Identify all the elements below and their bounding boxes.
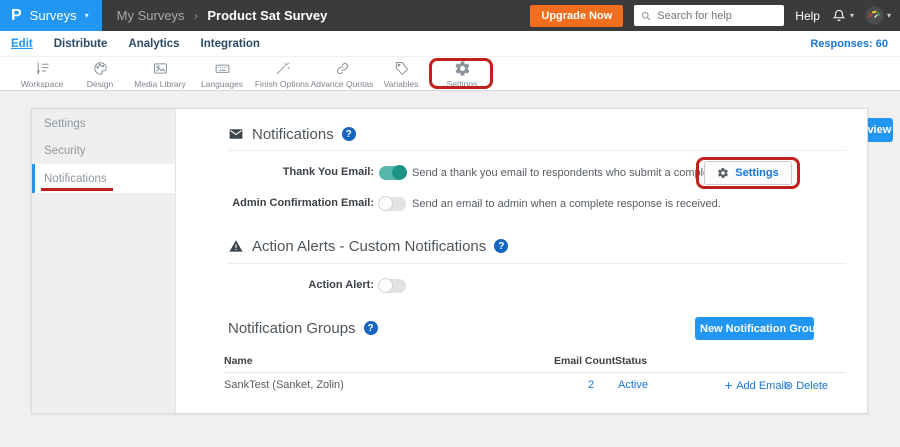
avatar: [865, 6, 884, 25]
admin-confirmation-email-description: Send an email to admin when a complete r…: [412, 198, 721, 210]
chevron-down-icon: ▾: [85, 11, 89, 20]
help-icon[interactable]: ?: [342, 127, 356, 141]
toggle-knob: [378, 278, 393, 293]
toggle-knob: [392, 165, 407, 180]
toolbar-item-media-library[interactable]: Media Library: [126, 60, 194, 89]
new-notification-group-button[interactable]: + New Notification Group: [695, 317, 814, 340]
search-icon: [640, 10, 652, 22]
toolbar-item-languages[interactable]: Languages: [188, 60, 256, 89]
workspace-icon: [34, 60, 51, 77]
help-icon[interactable]: ?: [494, 239, 508, 253]
toolbar-label: Finish Options: [255, 79, 309, 89]
toolbar-label: Advance Quotas: [311, 79, 374, 89]
email-count-link[interactable]: 2: [588, 379, 594, 391]
languages-keyboard-icon: [214, 60, 231, 77]
questionpro-logo: P: [11, 7, 22, 25]
breadcrumb-my-surveys[interactable]: My Surveys: [117, 8, 185, 23]
status-link[interactable]: Active: [618, 379, 648, 391]
help-search-box[interactable]: [634, 5, 784, 26]
annotation-notifications-underline: [41, 188, 113, 191]
bell-icon: [831, 8, 847, 24]
design-palette-icon: [92, 60, 109, 77]
action-alerts-section-title: Action Alerts - Custom Notifications: [252, 238, 486, 255]
thank-you-settings-label: Settings: [735, 167, 778, 179]
breadcrumb: My Surveys › Product Sat Survey: [117, 8, 328, 23]
toolbar-label: Languages: [201, 79, 243, 89]
delete-circle-icon: ⊗: [784, 379, 793, 392]
plus-icon: +: [687, 322, 696, 335]
toolbar-item-variables[interactable]: Variables: [367, 60, 435, 89]
notifications-section-title: Notifications: [252, 126, 334, 143]
add-email-link[interactable]: + Add Email: [724, 379, 786, 392]
new-notification-group-label: New Notification Group: [700, 323, 822, 335]
edit-toolbar: Workspace Design Media Library Languages…: [0, 56, 900, 91]
notification-groups-section-title: Notification Groups: [228, 320, 356, 337]
delete-link[interactable]: ⊗ Delete: [784, 379, 828, 392]
toolbar-item-design[interactable]: Design: [66, 60, 134, 89]
toolbar-label: Design: [87, 79, 113, 89]
sidebar-item-security[interactable]: Security: [32, 137, 175, 164]
divider: [224, 372, 846, 373]
help-search-input[interactable]: [657, 10, 778, 22]
toolbar-item-advance-quotas[interactable]: Advance Quotas: [308, 60, 376, 89]
topbar-right-cluster: Upgrade Now Help ▾ ▾: [530, 5, 900, 27]
responses-count[interactable]: Responses: 60: [810, 38, 888, 50]
warning-triangle-icon: [228, 238, 244, 254]
chevron-down-icon: ▾: [887, 11, 891, 20]
settings-card: Settings Security Notifications Notifica…: [31, 108, 868, 414]
group-name-cell: SankTest (Sanket, Zolin): [224, 379, 344, 391]
delete-label: Delete: [796, 380, 828, 392]
admin-confirmation-email-toggle[interactable]: [379, 197, 406, 211]
thank-you-email-toggle[interactable]: [379, 166, 406, 180]
help-icon[interactable]: ?: [364, 321, 378, 335]
toolbar-item-settings[interactable]: Settings: [428, 60, 496, 89]
admin-confirmation-email-label: Admin Confirmation Email:: [32, 197, 374, 209]
column-header-status: Status: [615, 355, 647, 367]
divider: [228, 150, 846, 151]
action-alert-toggle[interactable]: [379, 279, 406, 293]
toolbar-label: Variables: [384, 79, 419, 89]
toolbar-label: Workspace: [21, 79, 63, 89]
surveys-menu-label: Surveys: [30, 8, 77, 23]
action-alert-label: Action Alert:: [32, 279, 374, 291]
notifications-section-header: Notifications ?: [228, 125, 356, 143]
notifications-bell-menu[interactable]: ▾: [831, 8, 854, 24]
help-link[interactable]: Help: [795, 9, 820, 23]
toolbar-label: Settings: [447, 79, 478, 89]
settings-gear-icon: [454, 60, 471, 77]
advance-quotas-chain-icon: [334, 60, 351, 77]
toggle-knob: [378, 196, 393, 211]
media-library-icon: [152, 60, 169, 77]
surveys-product-menu[interactable]: P Surveys ▾: [0, 0, 102, 31]
notification-groups-section-header: Notification Groups ?: [228, 319, 378, 337]
questionpro-settings-page: P Surveys ▾ My Surveys › Product Sat Sur…: [0, 0, 900, 447]
chevron-down-icon: ▾: [850, 11, 854, 20]
finish-options-wand-icon: [274, 60, 291, 77]
settings-sidebar: Settings Security Notifications: [32, 109, 176, 413]
add-email-label: Add Email: [736, 380, 786, 392]
plus-icon: +: [724, 379, 733, 392]
upgrade-now-button[interactable]: Upgrade Now: [530, 5, 623, 27]
column-header-name: Name: [224, 355, 253, 367]
tab-distribute[interactable]: Distribute: [54, 38, 108, 50]
sidebar-item-settings[interactable]: Settings: [32, 110, 175, 137]
breadcrumb-separator-icon: ›: [194, 9, 199, 23]
topbar: P Surveys ▾ My Surveys › Product Sat Sur…: [0, 0, 900, 31]
account-menu[interactable]: ▾: [865, 6, 891, 25]
thank-you-email-label: Thank You Email:: [32, 166, 374, 178]
survey-nav: Edit Distribute Analytics Integration Re…: [0, 31, 900, 56]
toolbar-label: Media Library: [134, 79, 186, 89]
tab-analytics[interactable]: Analytics: [128, 38, 179, 50]
toolbar-item-finish-options[interactable]: Finish Options: [248, 60, 316, 89]
envelope-icon: [228, 126, 244, 142]
tab-integration[interactable]: Integration: [201, 38, 260, 50]
tab-edit[interactable]: Edit: [11, 38, 33, 50]
thank-you-settings-button[interactable]: Settings: [704, 161, 792, 185]
action-alerts-section-header: Action Alerts - Custom Notifications ?: [228, 237, 508, 255]
variables-tag-icon: [393, 60, 410, 77]
gear-icon: [717, 167, 729, 179]
breadcrumb-current-survey: Product Sat Survey: [207, 8, 327, 23]
divider: [228, 263, 846, 264]
column-header-email-count: Email Count: [554, 355, 615, 367]
